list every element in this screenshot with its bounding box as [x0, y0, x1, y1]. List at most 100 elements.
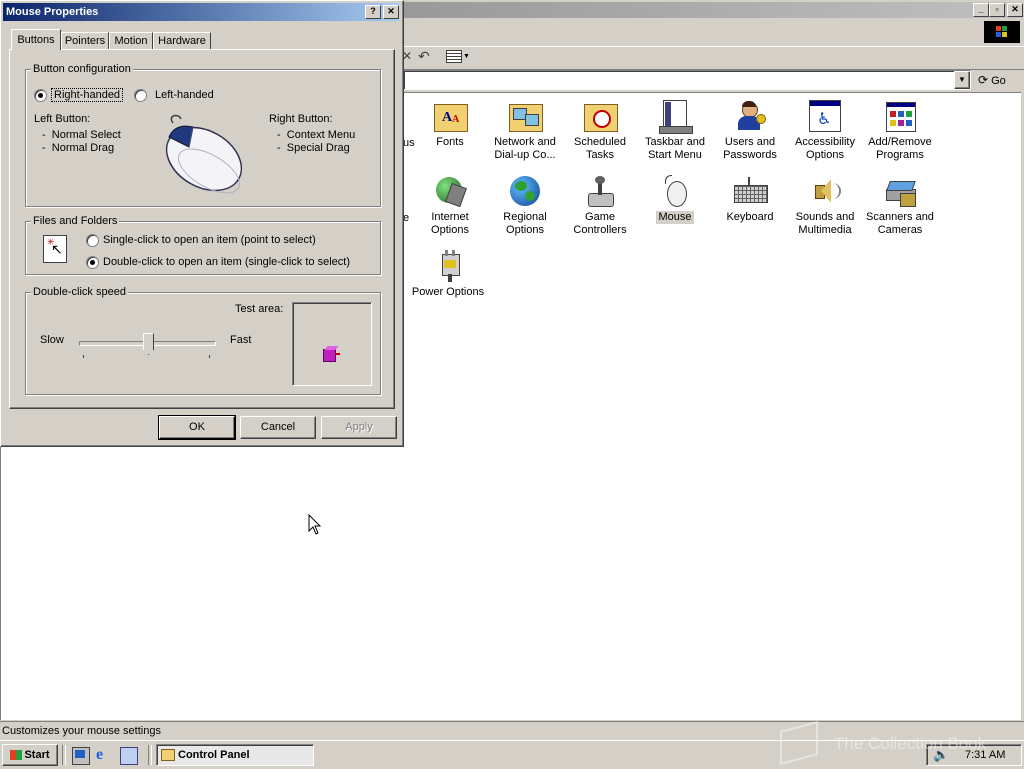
icon-power[interactable]: Power Options	[412, 250, 485, 299]
start-label: Start	[24, 749, 50, 761]
icon-scheduled-tasks[interactable]: Scheduled Tasks	[565, 100, 635, 162]
right-button-item: - Context Menu	[277, 129, 356, 141]
single-click-label[interactable]: Single-click to open an item (point to s…	[103, 234, 316, 246]
power-icon	[434, 250, 466, 282]
show-desktop-icon[interactable]	[72, 747, 90, 765]
outlook-express-icon[interactable]	[120, 747, 138, 765]
ok-button[interactable]: OK	[158, 415, 236, 440]
restore-button[interactable]: ▫	[989, 3, 1005, 17]
accessibility-icon: ♿	[809, 100, 841, 132]
left-handed-radio[interactable]	[134, 89, 147, 102]
slow-label: Slow	[40, 334, 64, 346]
internet-explorer-icon[interactable]: e	[96, 746, 114, 764]
icon-label: Taskbar and Start Menu	[645, 136, 705, 161]
icon-label: Users and Passwords	[723, 136, 777, 161]
right-handed-label[interactable]: Right-handed	[51, 88, 124, 102]
right-button-title: Right Button:	[269, 113, 333, 125]
tab-pointers[interactable]: Pointers	[61, 32, 109, 50]
icon-label: Keyboard	[726, 211, 774, 223]
icon-label: Game Controllers	[573, 211, 627, 236]
button-config-label: Button configuration	[31, 63, 133, 75]
taskbar-icon	[659, 100, 693, 134]
left-handed-label[interactable]: Left-handed	[155, 89, 214, 101]
icon-scanners[interactable]: Scanners and Cameras	[865, 175, 935, 237]
mouse-cursor-icon	[308, 513, 322, 536]
windows-logo-icon	[984, 21, 1020, 43]
right-handed-radio[interactable]	[34, 89, 47, 102]
single-click-radio[interactable]	[86, 234, 99, 247]
network-icon	[509, 100, 543, 132]
fonts-folder-icon: A A	[434, 100, 468, 132]
tab-motion[interactable]: Motion	[109, 32, 153, 50]
icon-game[interactable]: Game Controllers	[565, 175, 635, 237]
task-control-panel[interactable]: Control Panel	[156, 744, 314, 766]
mouse-properties-dialog: Mouse Properties ? ✕ Buttons Pointers Mo…	[0, 0, 404, 447]
icon-label: Power Options	[411, 286, 485, 298]
internet-icon	[434, 175, 467, 208]
minimize-button[interactable]: _	[973, 3, 989, 17]
test-area-label: Test area:	[235, 303, 284, 315]
close-button[interactable]: ✕	[1007, 3, 1023, 17]
icon-regional[interactable]: Regional Options	[490, 175, 560, 237]
users-icon	[734, 100, 766, 132]
windows-flag-icon	[10, 750, 23, 761]
icon-label: Regional Options	[503, 211, 547, 236]
undo-icon[interactable]: ↶	[418, 48, 434, 64]
status-text: Customizes your mouse settings	[2, 725, 161, 737]
icon-taskbar[interactable]: Taskbar and Start Menu	[640, 100, 710, 162]
toolbar	[403, 46, 1024, 70]
globe-icon	[509, 175, 541, 207]
icon-label: Mouse	[656, 211, 694, 224]
cancel-button[interactable]: Cancel	[240, 416, 316, 439]
quicklaunch-divider	[62, 745, 66, 765]
tab-buttons[interactable]: Buttons	[11, 29, 61, 50]
speaker-icon	[809, 175, 841, 207]
icon-sounds[interactable]: Sounds and Multimedia	[790, 175, 860, 237]
icon-keyboard[interactable]: Keyboard	[715, 175, 785, 224]
dialog-titlebar: Mouse Properties	[3, 3, 399, 21]
left-button-item: - Normal Drag	[42, 142, 115, 154]
go-button[interactable]: ⟳ Go	[978, 71, 1020, 89]
mouse-icon	[659, 175, 691, 207]
scheduled-tasks-icon	[584, 100, 618, 132]
icon-add-remove[interactable]: Add/Remove Programs	[865, 100, 935, 162]
folder-click-icon: ↖ ✳	[41, 233, 69, 265]
icon-mouse[interactable]: Mouse	[640, 175, 710, 224]
icon-fonts[interactable]: A A Fonts	[415, 100, 485, 149]
book-watermark-icon	[780, 720, 818, 766]
icon-accessibility[interactable]: ♿ Accessibility Options	[790, 100, 860, 162]
right-button-item: - Special Drag	[277, 142, 350, 154]
address-input[interactable]	[403, 70, 971, 90]
icon-label: Accessibility Options	[795, 136, 855, 161]
add-remove-icon	[884, 100, 916, 132]
partial-label: us	[403, 137, 415, 149]
dialog-title: Mouse Properties	[6, 6, 99, 18]
start-button[interactable]: Start	[2, 744, 58, 766]
icon-label: Sounds and Multimedia	[795, 211, 855, 236]
icon-network[interactable]: Network and Dial-up Co...	[490, 100, 560, 162]
icon-users[interactable]: Users and Passwords	[715, 100, 785, 162]
go-label: Go	[991, 75, 1006, 87]
joystick-icon	[584, 175, 616, 207]
files-folders-label: Files and Folders	[31, 215, 120, 227]
views-icon[interactable]: ▼	[446, 50, 470, 63]
double-click-speed-label: Double-click speed	[31, 286, 128, 298]
jack-in-box-icon	[323, 345, 340, 362]
keyboard-icon	[734, 175, 768, 207]
address-dropdown-button[interactable]: ▼	[954, 71, 970, 89]
fast-label: Fast	[230, 334, 252, 346]
left-button-item: - Normal Select	[42, 129, 121, 141]
test-area-box[interactable]	[292, 302, 372, 386]
watermark: The Collection Book	[776, 720, 1016, 766]
watermark-text: The Collection Book	[834, 734, 987, 753]
icon-label: Add/Remove Programs	[868, 136, 932, 161]
apply-button[interactable]: Apply	[321, 416, 397, 439]
mouse-illustration-icon	[159, 111, 249, 197]
double-click-label[interactable]: Double-click to open an item (single-cli…	[103, 256, 350, 268]
scanner-icon	[884, 175, 916, 207]
icon-internet[interactable]: Internet Options	[415, 175, 485, 237]
dialog-close-button[interactable]: ✕	[383, 5, 399, 19]
help-button[interactable]: ?	[365, 5, 381, 19]
tab-hardware[interactable]: Hardware	[153, 32, 211, 50]
double-click-radio[interactable]	[86, 256, 99, 269]
